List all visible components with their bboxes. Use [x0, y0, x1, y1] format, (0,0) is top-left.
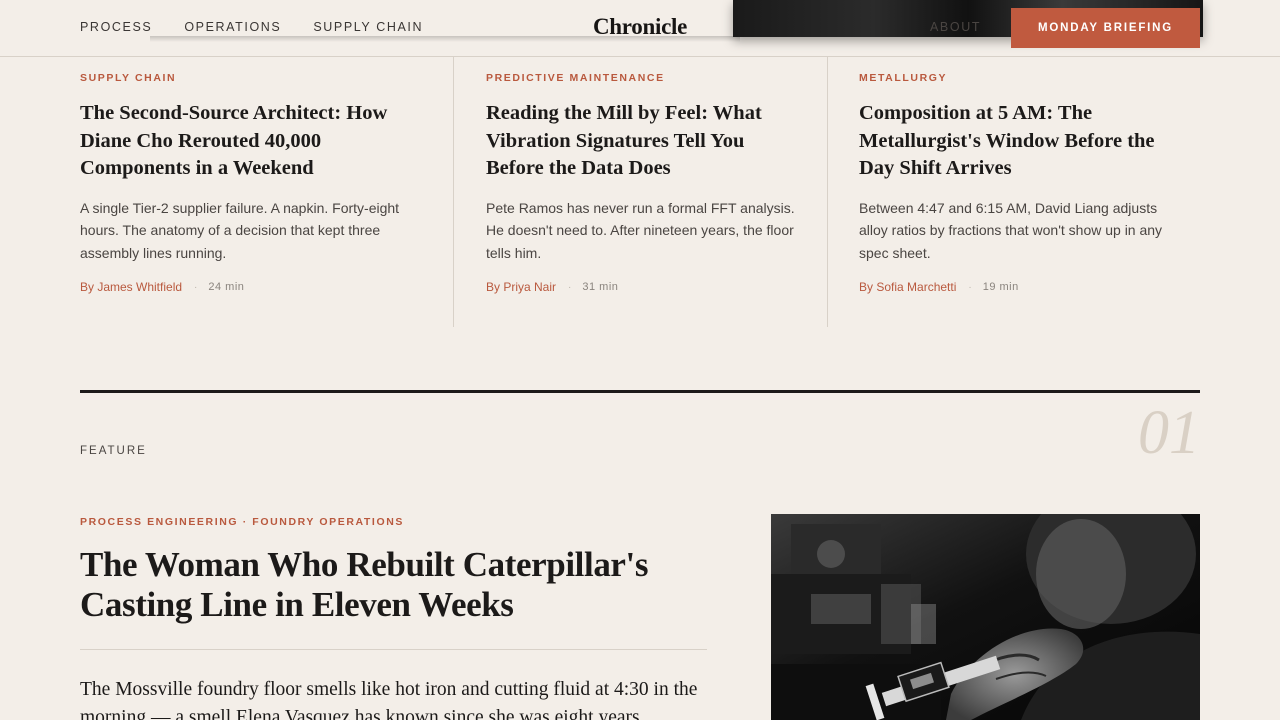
story-card[interactable]: METALLURGY Composition at 5 AM: The Meta…	[827, 57, 1200, 327]
brand-logo-link[interactable]: Chronicle	[593, 14, 687, 39]
author-link[interactable]: By James Whitfield	[80, 280, 182, 294]
read-time: 19 min	[982, 281, 1019, 293]
author-link[interactable]: By Sofia Marchetti	[859, 280, 956, 294]
story-byline: By Sofia Marchetti · 19 min	[859, 280, 1200, 294]
story-kicker[interactable]: METALLURGY	[859, 72, 1200, 84]
story-kicker[interactable]: SUPPLY CHAIN	[80, 72, 453, 84]
story-grid: SUPPLY CHAIN The Second-Source Architect…	[80, 57, 1200, 327]
nav-link-operations[interactable]: OPERATIONS	[184, 20, 281, 34]
nav-link-about[interactable]: ABOUT	[930, 20, 981, 34]
nav-link-process[interactable]: PROCESS	[80, 20, 152, 34]
section-divider-heavy	[80, 390, 1200, 393]
feature-body-text: The Mossville foundry floor smells like …	[80, 679, 698, 720]
story-byline: By Priya Nair · 31 min	[486, 280, 827, 294]
section-number: 01	[1138, 399, 1200, 467]
story-title[interactable]: The Second-Source Architect: How Diane C…	[80, 100, 453, 183]
author-link[interactable]: By Priya Nair	[486, 280, 556, 294]
byline-separator: ·	[968, 281, 972, 293]
calipers-photo-icon	[771, 514, 1200, 720]
primary-nav: PROCESS OPERATIONS SUPPLY CHAIN	[80, 20, 455, 34]
story-title[interactable]: Reading the Mill by Feel: What Vibration…	[486, 100, 827, 183]
story-title[interactable]: Composition at 5 AM: The Metallurgist's …	[859, 100, 1200, 183]
section-label: FEATURE	[80, 445, 147, 457]
byline-separator: ·	[568, 281, 572, 293]
monday-briefing-button[interactable]: MONDAY BRIEFING	[1011, 8, 1200, 48]
story-dek: A single Tier-2 supplier failure. A napk…	[80, 199, 400, 261]
story-kicker[interactable]: PREDICTIVE MAINTENANCE	[486, 72, 827, 84]
top-navigation: PROCESS OPERATIONS SUPPLY CHAIN Chronicl…	[0, 0, 1280, 57]
feature-kicker[interactable]: PROCESS ENGINEERING · FOUNDRY OPERATIONS	[80, 516, 404, 528]
story-card[interactable]: SUPPLY CHAIN The Second-Source Architect…	[80, 57, 453, 327]
feature-divider	[80, 649, 707, 650]
byline-separator: ·	[194, 281, 198, 293]
story-dek: Between 4:47 and 6:15 AM, David Liang ad…	[859, 199, 1163, 261]
read-time: 24 min	[208, 281, 245, 293]
story-byline: By James Whitfield · 24 min	[80, 280, 453, 294]
feature-photo[interactable]	[771, 514, 1200, 720]
story-dek: Pete Ramos has never run a formal FFT an…	[486, 199, 795, 261]
nav-link-supply-chain[interactable]: SUPPLY CHAIN	[313, 20, 423, 34]
read-time: 31 min	[582, 281, 619, 293]
story-card[interactable]: PREDICTIVE MAINTENANCE Reading the Mill …	[453, 57, 827, 327]
feature-headline[interactable]: The Woman Who Rebuilt Caterpillar's Cast…	[80, 545, 720, 625]
